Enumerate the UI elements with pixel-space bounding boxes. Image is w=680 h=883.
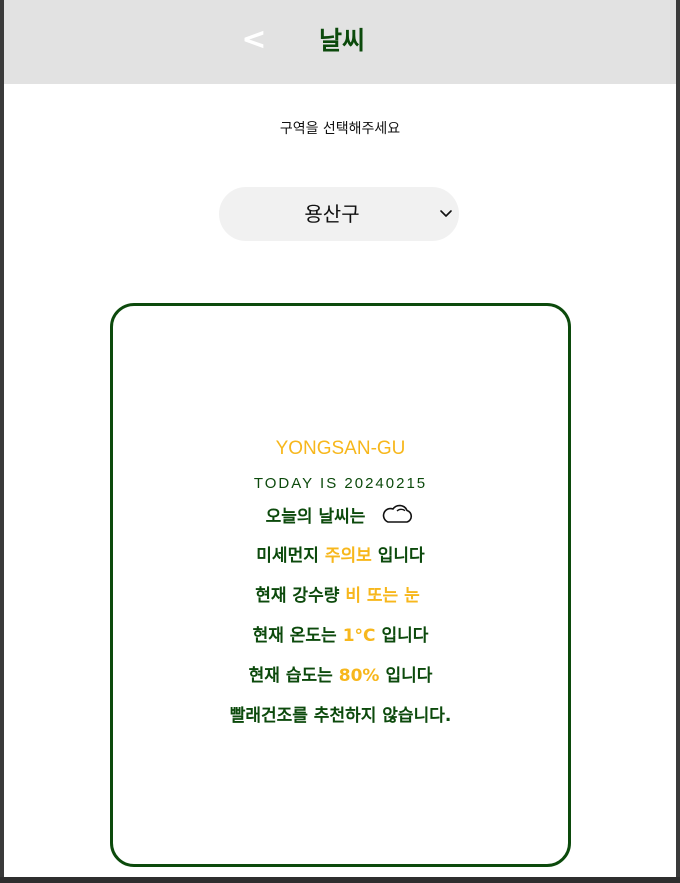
weather-card-content: YONGSAN-GU TODAY IS 20240215 오늘의 날씨는 미세먼… — [113, 434, 568, 730]
humidity-line: 현재 습도는 80% 입니다 — [113, 662, 568, 690]
temperature-suffix: 입니다 — [381, 626, 429, 646]
humidity-value: 80% — [338, 666, 380, 686]
precipitation-line: 현재 강수량 비 또는 눈 — [113, 582, 568, 610]
district-select[interactable]: 용산구 — [219, 187, 459, 241]
weather-screen: < 날씨 구역을 선택해주세요 용산구 YONGSAN-GU TODAY IS … — [4, 0, 676, 877]
weather-label: 오늘의 날씨는 — [265, 507, 366, 527]
precipitation-label: 현재 강수량 — [255, 586, 340, 606]
cloud-icon — [383, 504, 413, 523]
back-button[interactable]: < — [240, 22, 268, 58]
weather-card: YONGSAN-GU TODAY IS 20240215 오늘의 날씨는 미세먼… — [110, 303, 571, 867]
today-date: TODAY IS 20240215 — [253, 475, 428, 492]
humidity-label: 현재 습도는 — [248, 666, 333, 686]
humidity-suffix: 입니다 — [385, 666, 433, 686]
header-bar: < 날씨 — [4, 0, 676, 84]
chevron-down-icon — [440, 210, 452, 217]
district-prompt: 구역을 선택해주세요 — [279, 121, 401, 137]
dust-line: 미세먼지 주의보 입니다 — [113, 542, 568, 570]
district-name: YONGSAN-GU — [275, 438, 406, 459]
dust-suffix: 입니다 — [377, 546, 425, 566]
weather-line: 오늘의 날씨는 — [113, 502, 568, 530]
page-title: 날씨 — [318, 26, 365, 55]
temperature-line: 현재 온도는 1°C 입니다 — [113, 622, 568, 650]
precipitation-value: 비 또는 눈 — [345, 586, 420, 606]
laundry-recommendation: 빨래건조를 추천하지 않습니다. — [229, 706, 452, 726]
district-select-value: 용산구 — [304, 202, 360, 226]
dust-value: 주의보 — [324, 546, 372, 566]
dust-label: 미세먼지 — [256, 546, 319, 566]
temperature-label: 현재 온도는 — [252, 626, 337, 646]
temperature-value: 1°C — [342, 626, 376, 646]
window-bottom-edge — [0, 877, 680, 883]
